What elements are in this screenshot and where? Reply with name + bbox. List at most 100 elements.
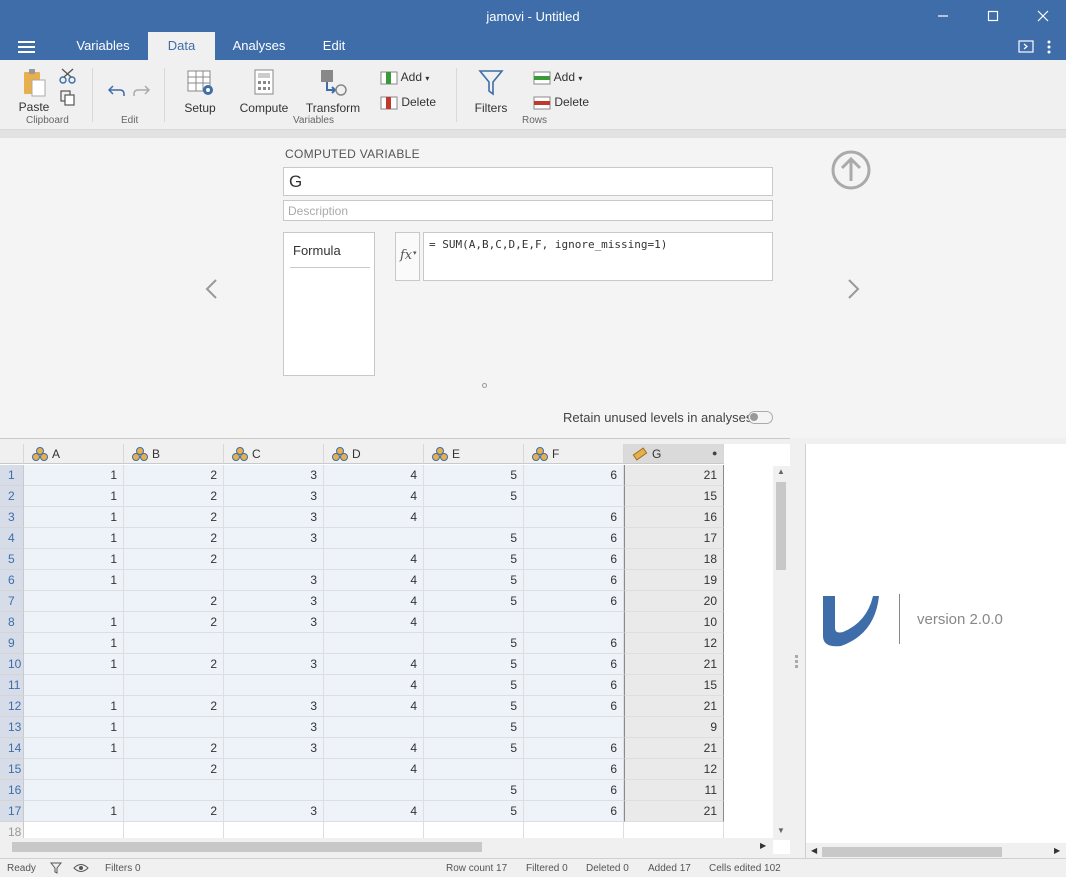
row-number[interactable]: 13 — [0, 717, 24, 738]
cell-e[interactable] — [424, 507, 524, 528]
cell-d[interactable]: 4 — [324, 465, 424, 486]
column-header-b[interactable]: B — [124, 444, 224, 464]
row-number[interactable]: 14 — [0, 738, 24, 759]
cell-f[interactable] — [524, 612, 624, 633]
description-input[interactable]: Description — [283, 200, 773, 221]
row-number[interactable]: 3 — [0, 507, 24, 528]
undo-icon[interactable] — [108, 82, 126, 98]
cell-f[interactable]: 6 — [524, 465, 624, 486]
cell-b[interactable]: 2 — [124, 528, 224, 549]
cell-a[interactable]: 1 — [24, 717, 124, 738]
cell-a[interactable]: 1 — [24, 654, 124, 675]
row-number[interactable]: 7 — [0, 591, 24, 612]
cell-f[interactable]: 6 — [524, 675, 624, 696]
scroll-right-icon[interactable]: ▶ — [760, 841, 766, 850]
cell-f[interactable] — [524, 717, 624, 738]
column-header-a[interactable]: A — [24, 444, 124, 464]
cell-d[interactable] — [324, 528, 424, 549]
delete-row-button[interactable]: Delete — [533, 95, 595, 110]
retain-levels-toggle[interactable] — [748, 411, 773, 424]
cell-a[interactable]: 1 — [24, 486, 124, 507]
cell-e[interactable]: 5 — [424, 717, 524, 738]
cell-f[interactable]: 6 — [524, 780, 624, 801]
cell-b[interactable]: 2 — [124, 738, 224, 759]
cell-c[interactable]: 3 — [224, 696, 324, 717]
row-number[interactable]: 1 — [0, 465, 24, 486]
results-scroll-thumb[interactable] — [822, 847, 1002, 857]
cell-a[interactable]: 1 — [24, 633, 124, 654]
cell-e[interactable]: 5 — [424, 738, 524, 759]
cell-f[interactable]: 6 — [524, 591, 624, 612]
cell-a[interactable] — [24, 675, 124, 696]
cell-e[interactable]: 5 — [424, 549, 524, 570]
cell-e[interactable]: 5 — [424, 654, 524, 675]
horizontal-scrollbar[interactable]: ▶ — [0, 838, 773, 855]
cell-f[interactable]: 6 — [524, 759, 624, 780]
cell-g[interactable]: 21 — [624, 696, 724, 717]
cell-g[interactable]: 18 — [624, 549, 724, 570]
eye-icon[interactable] — [73, 862, 89, 874]
hamburger-menu-icon[interactable] — [18, 41, 35, 53]
more-options-icon[interactable] — [1046, 40, 1052, 54]
cell-c[interactable] — [224, 759, 324, 780]
paste-button[interactable]: Paste — [16, 68, 52, 114]
cell-g[interactable]: 9 — [624, 717, 724, 738]
cell-g[interactable]: 19 — [624, 570, 724, 591]
cell-a[interactable] — [24, 591, 124, 612]
cell-d[interactable]: 4 — [324, 549, 424, 570]
cell-d[interactable]: 4 — [324, 591, 424, 612]
cell-a[interactable] — [24, 759, 124, 780]
copy-icon[interactable] — [60, 90, 76, 106]
cell-f[interactable]: 6 — [524, 570, 624, 591]
row-number[interactable]: 6 — [0, 570, 24, 591]
cell-g[interactable]: 12 — [624, 759, 724, 780]
row-number[interactable]: 10 — [0, 654, 24, 675]
cell-f[interactable]: 6 — [524, 738, 624, 759]
cell-f[interactable]: 6 — [524, 654, 624, 675]
cell-e[interactable]: 5 — [424, 633, 524, 654]
cell-g[interactable]: 20 — [624, 591, 724, 612]
cell-c[interactable] — [224, 780, 324, 801]
cell-b[interactable]: 2 — [124, 486, 224, 507]
cell-g[interactable]: 12 — [624, 633, 724, 654]
row-number[interactable]: 11 — [0, 675, 24, 696]
panel-resize-handle[interactable] — [482, 383, 487, 388]
cell-d[interactable] — [324, 633, 424, 654]
cell-b[interactable]: 2 — [124, 591, 224, 612]
cell-c[interactable]: 3 — [224, 591, 324, 612]
row-number[interactable]: 9 — [0, 633, 24, 654]
cell-a[interactable]: 1 — [24, 528, 124, 549]
results-mode-icon[interactable] — [1018, 40, 1034, 54]
collapse-setup-icon[interactable] — [829, 150, 873, 192]
cell-b[interactable] — [124, 570, 224, 591]
setup-button[interactable]: Setup — [180, 68, 220, 115]
cell-e[interactable]: 5 — [424, 528, 524, 549]
cell-b[interactable]: 2 — [124, 696, 224, 717]
compute-button[interactable]: Compute — [236, 68, 292, 115]
redo-icon[interactable] — [132, 82, 150, 98]
scroll-up-icon[interactable]: ▲ — [777, 467, 785, 476]
cell-g[interactable]: 16 — [624, 507, 724, 528]
cell-d[interactable]: 4 — [324, 570, 424, 591]
cell-b[interactable] — [124, 717, 224, 738]
cell-c[interactable] — [224, 633, 324, 654]
cell-d[interactable]: 4 — [324, 801, 424, 822]
cell-g[interactable]: 15 — [624, 486, 724, 507]
previous-variable-icon[interactable] — [204, 278, 220, 300]
cell-f[interactable]: 6 — [524, 633, 624, 654]
vertical-scrollbar[interactable]: ▲ ▼ — [773, 466, 790, 840]
cell-a[interactable]: 1 — [24, 507, 124, 528]
formula-input[interactable]: = SUM(A,B,C,D,E,F, ignore_missing=1) — [423, 232, 773, 281]
cell-e[interactable] — [424, 612, 524, 633]
cell-c[interactable]: 3 — [224, 465, 324, 486]
cell-a[interactable]: 1 — [24, 612, 124, 633]
cell-g[interactable]: 21 — [624, 465, 724, 486]
cell-f[interactable] — [524, 486, 624, 507]
column-header-c[interactable]: C — [224, 444, 324, 464]
cell-d[interactable]: 4 — [324, 654, 424, 675]
cell-e[interactable]: 5 — [424, 465, 524, 486]
row-number[interactable]: 16 — [0, 780, 24, 801]
function-picker-button[interactable]: fx ▾ — [395, 232, 420, 281]
cell-c[interactable] — [224, 675, 324, 696]
cell-d[interactable]: 4 — [324, 507, 424, 528]
